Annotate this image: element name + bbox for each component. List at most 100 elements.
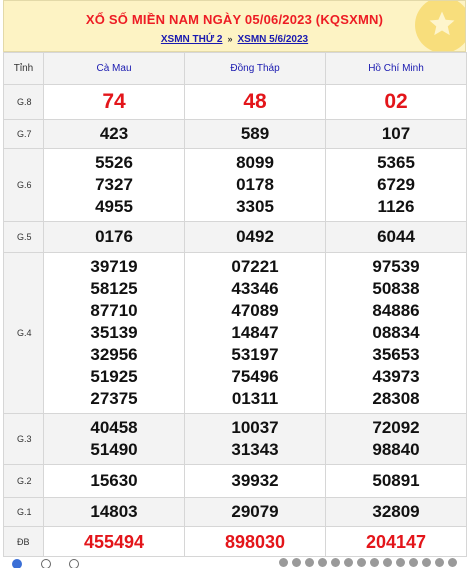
ball-icon[interactable] [383, 558, 392, 567]
result-number: 50891 [372, 471, 420, 490]
prize-label: G.3 [3, 413, 44, 465]
result-cell: 10037 31343 [184, 413, 326, 465]
ball-icon[interactable] [409, 558, 418, 567]
ball-icon[interactable] [357, 558, 366, 567]
result-number: 0176 [95, 227, 133, 246]
breadcrumb-separator: » [227, 34, 233, 44]
link-xsmn-thu-2[interactable]: XSMN THỨ 2 [161, 34, 223, 45]
result-cell: 423 [43, 119, 185, 149]
result-number: 97539 [372, 257, 420, 276]
result-number: 75496 [231, 367, 279, 386]
result-number: 29079 [231, 502, 279, 521]
result-number: 39932 [231, 471, 279, 490]
result-number: 6729 [377, 175, 415, 194]
result-cell: 8099 0178 3305 [184, 148, 326, 222]
result-cell: 39932 [184, 464, 326, 498]
radio-icon[interactable] [40, 558, 51, 568]
ball-icon[interactable] [370, 558, 379, 567]
radio-icon[interactable] [12, 558, 22, 568]
result-number: 39719 [90, 257, 138, 276]
table-row: G.5 0176 0492 6044 [3, 221, 467, 253]
prize-label: G.7 [3, 119, 44, 149]
result-cell: 32809 [325, 497, 467, 527]
result-cell: 39719 58125 87710 35139 32956 51925 27375 [43, 252, 185, 414]
result-number: 10037 [231, 418, 279, 437]
result-number: 53197 [231, 345, 279, 364]
province-link[interactable]: Cà Mau [43, 52, 185, 85]
prize-label: G.5 [3, 221, 44, 253]
result-number: 84886 [372, 301, 420, 320]
ball-icon[interactable] [435, 558, 444, 567]
result-number: 5365 [377, 153, 415, 172]
result-number: 50838 [372, 279, 420, 298]
result-number: 204147 [365, 531, 427, 552]
ball-icon[interactable] [331, 558, 340, 567]
ball-icon[interactable] [396, 558, 405, 567]
result-cell: 14803 [43, 497, 185, 527]
result-number: 8099 [236, 153, 274, 172]
number-balls [275, 558, 457, 568]
result-number: 32956 [90, 345, 138, 364]
result-number: 35653 [372, 345, 420, 364]
result-cell: 72092 98840 [325, 413, 467, 465]
province-link[interactable]: Hồ Chí Minh [325, 52, 467, 85]
radio-icon[interactable] [69, 558, 80, 568]
result-number: 47089 [231, 301, 279, 320]
result-number: 31343 [231, 440, 279, 459]
link-xsmn-date[interactable]: XSMN 5/6/2023 [238, 34, 309, 45]
result-cell: 5526 7327 4955 [43, 148, 185, 222]
result-number: 423 [99, 124, 129, 143]
table-row: G.1 14803 29079 32809 [3, 497, 467, 527]
ball-icon[interactable] [448, 558, 457, 567]
table-row: G.4 39719 58125 87710 35139 32956 51925 27375 07… [3, 252, 467, 414]
province-link[interactable]: Đồng Tháp [184, 52, 326, 85]
result-number: 589 [240, 124, 270, 143]
footer-controls [12, 558, 462, 568]
result-cell: 29079 [184, 497, 326, 527]
result-number: 28308 [372, 389, 420, 408]
results-table: Tỉnh Cà Mau Đồng Tháp Hồ Chí Minh G.8 74 4… [3, 52, 467, 557]
result-number: 58125 [90, 279, 138, 298]
result-number: 107 [381, 124, 411, 143]
prize-label: ĐB [3, 526, 44, 557]
prize-label: G.2 [3, 464, 44, 498]
result-number: 02 [384, 90, 408, 113]
result-cell: 204147 [325, 526, 467, 557]
prize-label: G.6 [3, 148, 44, 222]
table-row: G.2 15630 39932 50891 [3, 464, 467, 498]
result-number: 14803 [90, 502, 138, 521]
result-cell: 02 [325, 84, 467, 120]
result-number: 4955 [95, 197, 133, 216]
prize-label: G.1 [3, 497, 44, 527]
result-number: 87710 [90, 301, 138, 320]
result-number: 3305 [236, 197, 274, 216]
ball-icon[interactable] [344, 558, 353, 567]
ball-icon[interactable] [422, 558, 431, 567]
ball-icon[interactable] [305, 558, 314, 567]
table-row: G.3 40458 51490 10037 31343 72092 98840 [3, 413, 467, 465]
result-number: 51925 [90, 367, 138, 386]
result-number: 43346 [231, 279, 279, 298]
result-cell: 07221 43346 47089 14847 53197 75496 01311 [184, 252, 326, 414]
result-number: 98840 [372, 440, 420, 459]
result-cell: 6044 [325, 221, 467, 253]
prize-label: G.8 [3, 84, 44, 120]
ball-icon[interactable] [292, 558, 301, 567]
table-row: G.7 423 589 107 [3, 119, 467, 149]
table-row: G.6 5526 7327 4955 8099 0178 3305 5365 6729 1126 [3, 148, 467, 222]
result-cell: 50891 [325, 464, 467, 498]
ball-icon[interactable] [279, 558, 288, 567]
prize-label: G.4 [3, 252, 44, 414]
result-number: 01311 [231, 389, 279, 408]
result-number: 898030 [224, 531, 286, 552]
result-cell: 0492 [184, 221, 326, 253]
column-header-tinh: Tỉnh [3, 52, 44, 85]
result-cell: 107 [325, 119, 467, 149]
result-cell: 0176 [43, 221, 185, 253]
result-number: 7327 [95, 175, 133, 194]
ball-icon[interactable] [318, 558, 327, 567]
result-cell: 15630 [43, 464, 185, 498]
result-cell: 455494 [43, 526, 185, 557]
result-number: 74 [102, 90, 126, 113]
result-cell: 5365 6729 1126 [325, 148, 467, 222]
